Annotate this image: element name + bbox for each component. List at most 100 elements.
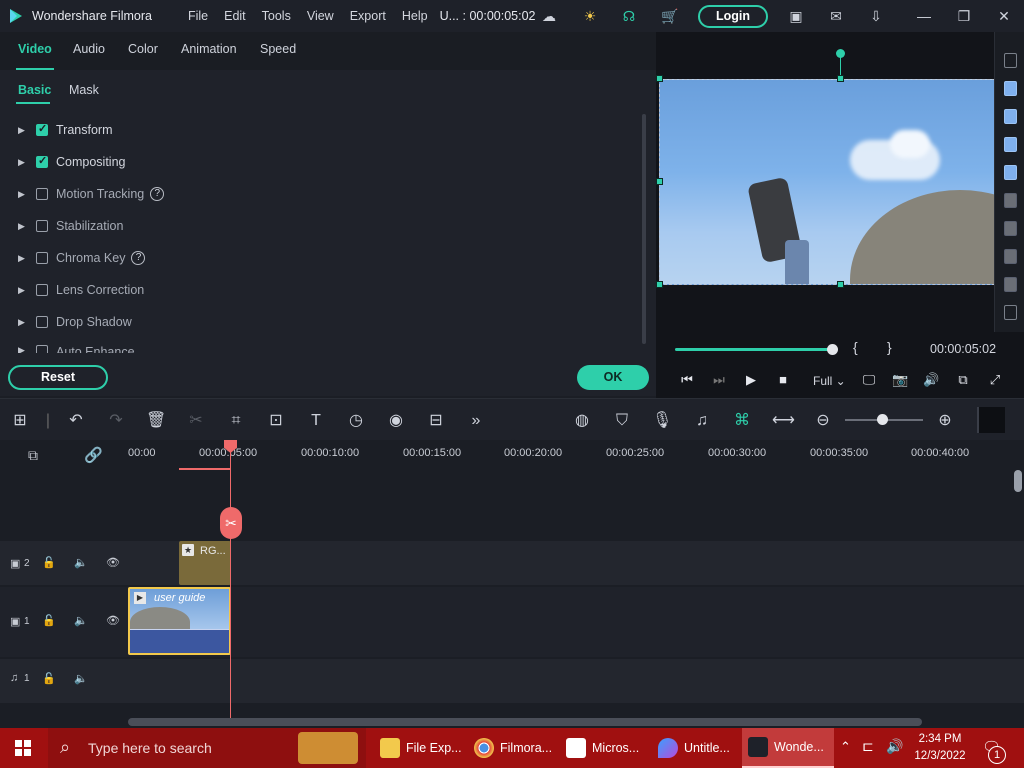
crop-icon[interactable]: ⊡	[266, 411, 286, 431]
rotate-handle[interactable]	[836, 49, 845, 58]
subtab-mask[interactable]: Mask	[69, 83, 99, 97]
menu-tools[interactable]: Tools	[262, 9, 291, 23]
cart-icon[interactable]: 🛒	[661, 8, 678, 24]
step-back-icon[interactable]: ⏮	[679, 372, 695, 388]
reset-button[interactable]: Reset	[8, 365, 108, 390]
expand-arrow-icon[interactable]: ▶	[18, 317, 28, 328]
support-headset-icon[interactable]: ☊	[621, 8, 637, 24]
download-icon[interactable]: ⇩	[868, 8, 884, 24]
link-icon[interactable]: 🔗	[84, 446, 103, 464]
green-screen-icon[interactable]: ⊟	[426, 411, 446, 431]
microphone-icon[interactable]: 🎙	[652, 411, 672, 431]
cut-icon[interactable]: ✂	[186, 411, 206, 431]
tab-speed[interactable]: Speed	[260, 42, 296, 56]
expand-arrow-icon[interactable]: ▶	[18, 253, 28, 264]
redo-icon[interactable]: ↷	[106, 411, 126, 431]
playback-scrubber[interactable]	[827, 344, 838, 355]
transform-checkbox[interactable]	[36, 122, 48, 136]
login-button[interactable]: Login	[698, 5, 768, 28]
frame-thumb[interactable]	[1004, 249, 1017, 264]
text-icon[interactable]: T	[306, 411, 326, 431]
mute-icon[interactable]: 🔈	[74, 672, 88, 685]
taskbar-microsoft-store[interactable]: Micros...	[560, 728, 650, 768]
eye-icon[interactable]: 👁	[106, 556, 120, 569]
property-scrollbar[interactable]	[642, 114, 646, 344]
play-icon[interactable]: ▶	[743, 372, 759, 388]
property-lens-correction[interactable]: ▶ Lens Correction	[18, 281, 144, 299]
color-palette-icon[interactable]: ◉	[386, 411, 406, 431]
close-icon[interactable]: ✕	[996, 8, 1012, 24]
step-forward-icon[interactable]: ⏭	[711, 372, 727, 388]
tag-icon[interactable]: ⌗	[226, 411, 246, 431]
expand-arrow-icon[interactable]: ▶	[18, 157, 28, 168]
lock-icon[interactable]: 🔓	[42, 556, 56, 569]
volume-tray-icon[interactable]: 🔊	[886, 738, 903, 755]
idea-bulb-icon[interactable]: ☀	[582, 8, 598, 24]
property-drop-shadow[interactable]: ▶ Drop Shadow	[18, 313, 132, 331]
snap-icon[interactable]: ⌘	[732, 411, 752, 431]
property-motion-tracking[interactable]: ▶ Motion Tracking ?	[18, 185, 165, 203]
motion-tracking-checkbox[interactable]	[36, 188, 48, 200]
property-auto-enhance[interactable]: ▶ Auto Enhance	[18, 345, 135, 353]
taskbar-filmora[interactable]: Wonde...	[742, 728, 834, 768]
expand-arrow-icon[interactable]: ▶	[18, 189, 28, 200]
tab-audio[interactable]: Audio	[73, 42, 105, 56]
time-ruler[interactable]: 00:00 00:00:05:00 00:00:10:00 00:00:15:0…	[128, 440, 1008, 470]
frame-thumb[interactable]	[1004, 137, 1017, 152]
menu-view[interactable]: View	[307, 9, 334, 23]
lock-icon[interactable]: 🔓	[42, 672, 56, 685]
windows-start-icon[interactable]	[0, 728, 46, 768]
help-icon[interactable]: ?	[150, 187, 165, 201]
pip-icon[interactable]: ⧉	[955, 372, 971, 388]
layout-icon[interactable]: ⊞	[10, 411, 30, 431]
menu-help[interactable]: Help	[402, 9, 428, 23]
snapshot-icon[interactable]: 📷	[892, 372, 908, 388]
render-icon[interactable]: ◍	[572, 411, 592, 431]
zoom-in-icon[interactable]: ⊕	[935, 411, 955, 431]
delete-icon[interactable]: 🗑	[146, 411, 166, 431]
playback-progress[interactable]	[675, 348, 832, 351]
mute-icon[interactable]: 🔈	[74, 614, 88, 627]
expand-arrow-icon[interactable]: ▶	[18, 221, 28, 232]
expand-arrow-icon[interactable]: ▶	[18, 285, 28, 296]
property-compositing[interactable]: ▶ Compositing	[18, 153, 125, 171]
property-stabilization[interactable]: ▶ Stabilization	[18, 217, 123, 235]
restore-icon[interactable]: ❐	[956, 8, 972, 24]
mark-in-button[interactable]: {	[853, 339, 858, 355]
frame-thumb[interactable]	[1004, 109, 1017, 124]
resize-handle[interactable]	[656, 75, 663, 82]
timeline-vertical-scrollbar[interactable]	[1014, 470, 1022, 492]
auto-enhance-checkbox[interactable]	[36, 345, 48, 353]
fit-timeline-icon[interactable]: ⟷	[772, 411, 795, 431]
chevron-up-icon[interactable]: ⌃	[840, 739, 851, 755]
property-transform[interactable]: ▶ Transform	[18, 121, 113, 139]
zoom-slider-knob[interactable]	[877, 414, 888, 425]
eye-icon[interactable]: 👁	[106, 614, 120, 627]
expand-arrow-icon[interactable]: ▶	[18, 125, 28, 136]
more-tools-icon[interactable]: »	[466, 411, 486, 431]
drop-shadow-checkbox[interactable]	[36, 316, 48, 328]
compositing-checkbox[interactable]	[36, 154, 48, 168]
stabilization-checkbox[interactable]	[36, 220, 48, 232]
volume-icon[interactable]: 🔊	[923, 372, 939, 388]
expand-arrow-icon[interactable]: ▶	[18, 345, 28, 353]
tab-animation[interactable]: Animation	[181, 42, 237, 56]
marker-icon[interactable]: ⛉	[612, 411, 632, 431]
menu-export[interactable]: Export	[350, 9, 386, 23]
menu-file[interactable]: File	[188, 9, 208, 23]
cloud-icon[interactable]: ☁	[541, 8, 557, 24]
timeline-horizontal-scrollbar[interactable]	[128, 718, 922, 726]
clip-user-guide[interactable]: ▶ user guide	[128, 587, 231, 655]
frame-thumb[interactable]	[1004, 81, 1017, 96]
network-icon[interactable]: ⊏	[862, 738, 874, 755]
lock-icon[interactable]: 🔓	[42, 614, 56, 627]
resize-handle[interactable]	[656, 178, 663, 185]
playhead-line[interactable]	[230, 440, 231, 718]
menu-edit[interactable]: Edit	[224, 9, 246, 23]
tab-color[interactable]: Color	[128, 42, 158, 56]
speed-icon[interactable]: ◷	[346, 411, 366, 431]
undo-icon[interactable]: ↶	[66, 411, 86, 431]
subtab-basic[interactable]: Basic	[18, 83, 51, 97]
frame-thumb[interactable]	[1004, 277, 1017, 292]
minimize-icon[interactable]: —	[916, 8, 932, 24]
